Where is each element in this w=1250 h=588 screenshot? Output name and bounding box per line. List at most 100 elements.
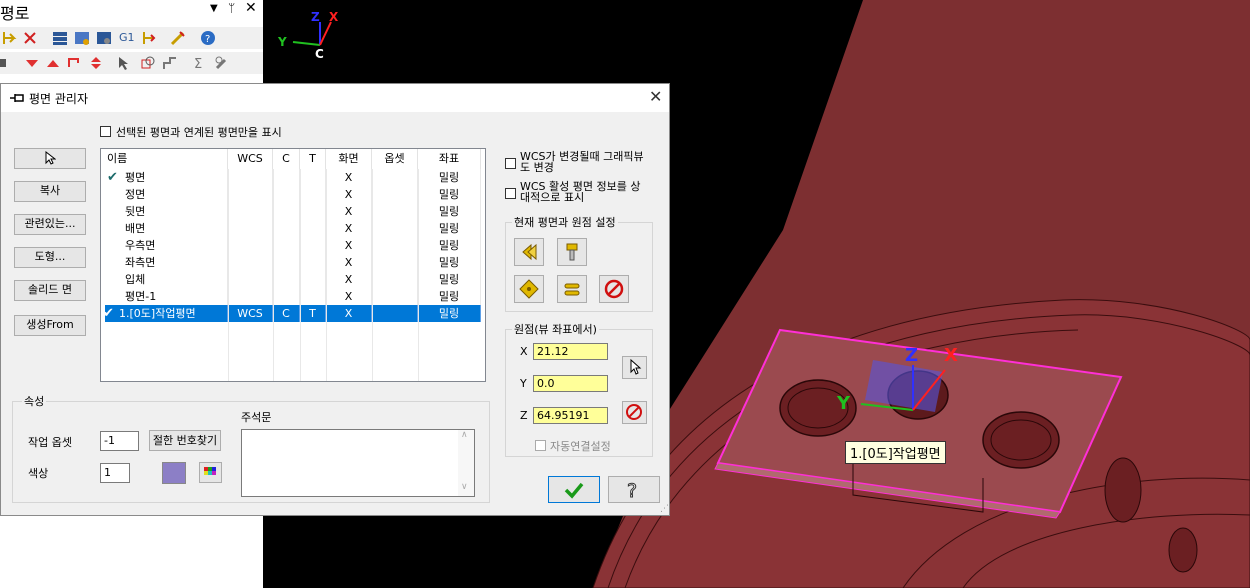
create-from-button[interactable]: 생성From xyxy=(14,315,86,336)
find-number-button[interactable]: 절한 번호찾기 xyxy=(149,430,221,451)
color-picker-button[interactable] xyxy=(199,462,222,483)
plane-tooltip: 1.[0도]작업평면 xyxy=(845,441,946,464)
scroll-down-icon[interactable]: ∨ xyxy=(461,482,468,492)
up-down-icon[interactable] xyxy=(88,55,104,71)
origin-y-input[interactable]: 0.0 xyxy=(533,375,608,392)
panel-close-icon[interactable]: ✕ xyxy=(245,0,257,16)
equal-planes-button[interactable] xyxy=(557,275,587,303)
plane-name: 평면-1 xyxy=(125,290,157,303)
filter-checkbox[interactable] xyxy=(100,126,111,137)
delete-entity-icon[interactable] xyxy=(22,30,38,46)
copy-button[interactable]: 복사 xyxy=(14,181,86,202)
panel-pin-icon[interactable]: ᛘ xyxy=(228,1,235,15)
svg-text:Σ: Σ xyxy=(194,57,202,71)
related-button[interactable]: 관련있는... xyxy=(14,214,86,235)
reset-origin-button[interactable] xyxy=(622,401,647,424)
loop-icon[interactable] xyxy=(66,55,82,71)
plane-coord-cell: 밀링 xyxy=(418,237,481,254)
table-row[interactable]: 우측면 X 밀링 xyxy=(101,237,481,254)
notes-scrollbar[interactable]: ∧ ∨ xyxy=(458,430,474,496)
plane-t-cell xyxy=(300,288,326,305)
table-row[interactable]: 입체 X 밀링 xyxy=(101,271,481,288)
table-row[interactable]: ✔ 1.[0도]작업평면 WCS C T X 밀링 xyxy=(103,305,481,322)
table-row[interactable]: ✔ 평면 X 밀링 xyxy=(101,169,481,186)
panel-dropdown-icon[interactable]: ▼ xyxy=(210,3,218,14)
pick-origin-button[interactable] xyxy=(622,356,647,379)
col-wcs[interactable]: WCS xyxy=(228,149,273,169)
col-t[interactable]: T xyxy=(300,149,326,169)
plane-screen-cell: X xyxy=(326,305,372,322)
arrow-right-icon[interactable] xyxy=(140,30,156,46)
set-current-plane-button[interactable] xyxy=(514,238,544,266)
select-entity-icon[interactable] xyxy=(2,30,18,46)
plane-name-cell: ✔ 1.[0도]작업평면 xyxy=(101,305,228,322)
origin-x-input[interactable]: 21.12 xyxy=(533,343,608,360)
move-up-icon[interactable] xyxy=(45,55,61,71)
wcs-graphics-checkbox[interactable] xyxy=(505,158,516,169)
wcs-graphics-label: WCS가 변경될때 그래픽뷰 도 변경 xyxy=(520,151,644,173)
plane-name-cell: 우측면 xyxy=(101,237,228,254)
table-row[interactable]: 뒷면 X 밀링 xyxy=(101,203,481,220)
col-c[interactable]: C xyxy=(273,149,300,169)
solid-face-button[interactable]: 솔리드 면 xyxy=(14,280,86,301)
col-name[interactable]: 이름 xyxy=(101,149,228,169)
planes-grid[interactable]: 이름 WCS C T 화면 옵셋 좌표 ✔ 평면 X 밀링 정면 X 밀링 뒷면 X 밀링 배면 X 밀… xyxy=(100,148,486,382)
ok-button[interactable] xyxy=(548,476,600,503)
cursor-select-icon[interactable] xyxy=(116,55,132,71)
table-row[interactable]: 좌측면 X 밀링 xyxy=(101,254,481,271)
select-button[interactable] xyxy=(14,148,86,169)
help-button[interactable]: ? xyxy=(608,476,660,503)
color-input[interactable]: 1 xyxy=(100,463,130,483)
close-icon[interactable]: ✕ xyxy=(649,87,662,106)
origin-z-input[interactable]: 64.95191 xyxy=(533,407,608,424)
plane-screen-cell: X xyxy=(326,254,372,271)
plane-t-cell xyxy=(300,220,326,237)
notes-textarea[interactable]: ∧ ∨ xyxy=(241,429,475,497)
plane-screen-cell: X xyxy=(326,203,372,220)
col-offset[interactable]: 옵셋 xyxy=(372,149,418,169)
relative-display-label: WCS 활성 평면 정보를 상 대적으로 표시 xyxy=(520,181,641,203)
partial-icon[interactable] xyxy=(0,55,16,71)
auto-link-checkbox[interactable] xyxy=(535,440,546,451)
shapes-icon[interactable] xyxy=(140,55,156,71)
wand-icon[interactable] xyxy=(170,30,186,46)
plane-t-cell xyxy=(300,169,326,186)
geometry-button[interactable]: 도형... xyxy=(14,247,86,268)
plane-offset-cell xyxy=(372,305,418,322)
step-icon[interactable] xyxy=(162,55,178,71)
table-row[interactable]: 배면 X 밀링 xyxy=(101,220,481,237)
col-coord[interactable]: 좌표 xyxy=(418,149,481,169)
question-icon: ? xyxy=(627,480,638,503)
triad-c-label: C xyxy=(315,47,324,61)
resize-grip-icon[interactable]: ⋰ xyxy=(660,504,669,514)
set-origin-button[interactable] xyxy=(514,275,544,303)
g1-icon[interactable]: G1 xyxy=(119,31,135,44)
layer-settings-icon[interactable] xyxy=(96,30,112,46)
checkmark-icon xyxy=(564,482,584,499)
dialog-titlebar[interactable]: 평면 관리자 ✕ xyxy=(1,84,669,112)
help-icon[interactable]: ? xyxy=(200,30,216,46)
scroll-up-icon[interactable]: ∧ xyxy=(461,430,468,440)
col-screen[interactable]: 화면 xyxy=(326,149,372,169)
layers-icon[interactable] xyxy=(52,30,68,46)
table-row[interactable]: 평면-1 X 밀링 xyxy=(101,288,481,305)
svg-text:?: ? xyxy=(627,480,637,501)
set-tool-plane-button[interactable] xyxy=(557,238,587,266)
plane-name: 뒷면 xyxy=(125,205,146,218)
relative-display-checkbox[interactable] xyxy=(505,188,516,199)
pin-icon xyxy=(10,94,24,102)
move-down-icon[interactable] xyxy=(24,55,40,71)
sigma-icon[interactable]: Σ xyxy=(192,55,208,71)
color-swatch[interactable] xyxy=(162,462,186,484)
plane-screen-cell: X xyxy=(326,237,372,254)
plane-name: 배면 xyxy=(125,222,146,235)
table-row[interactable]: 정면 X 밀링 xyxy=(101,186,481,203)
edit-icon[interactable] xyxy=(214,55,230,71)
work-offset-input[interactable]: -1 xyxy=(100,431,139,451)
clear-planes-button[interactable] xyxy=(599,275,629,303)
layer-props-icon[interactable] xyxy=(74,30,90,46)
plane-wcs-cell xyxy=(228,254,273,271)
plane-coord-cell: 밀링 xyxy=(418,203,481,220)
prohibit-icon xyxy=(604,279,624,299)
plane-t-cell xyxy=(300,186,326,203)
